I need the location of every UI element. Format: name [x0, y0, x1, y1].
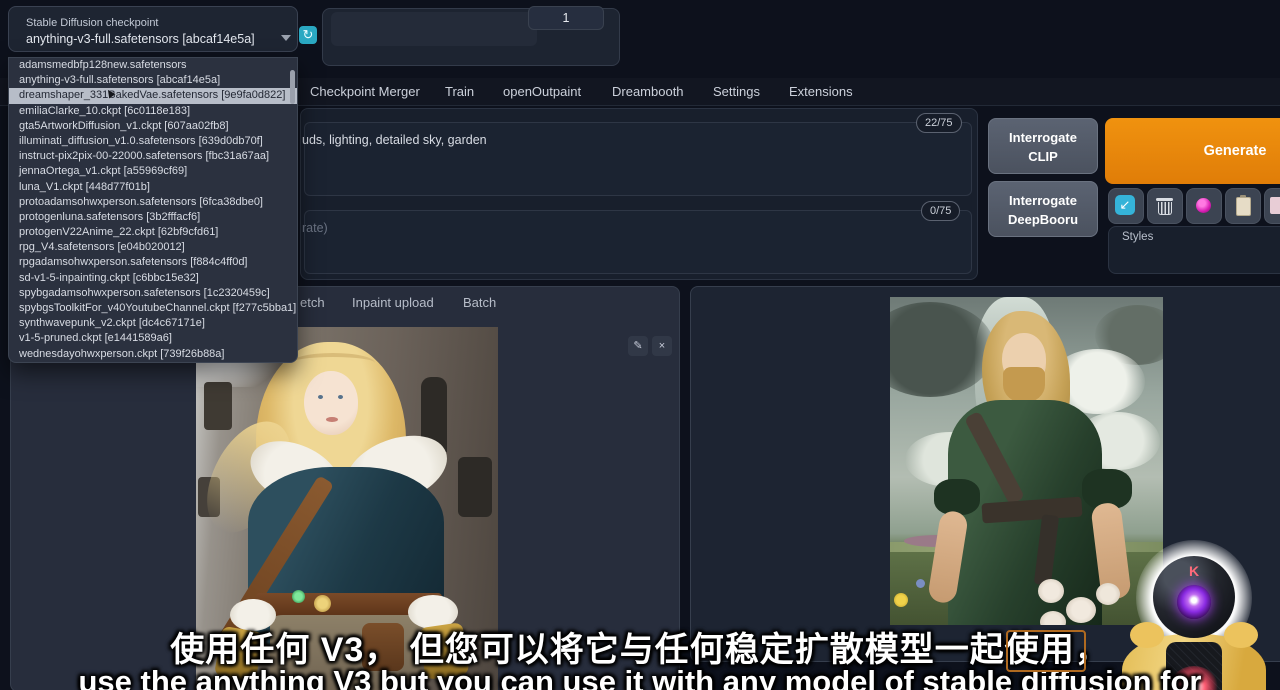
- negative-prompt-textarea[interactable]: [304, 210, 972, 274]
- avatar-letter: K: [1153, 563, 1235, 579]
- extra-networks-button[interactable]: [1186, 188, 1222, 224]
- mask-strength-value[interactable]: 1: [528, 6, 604, 30]
- checkpoint-option-highlighted[interactable]: dreamshaper_331BakedVae.safetensors [9e9…: [9, 88, 297, 103]
- interrogate-clip-line1: Interrogate: [989, 128, 1097, 147]
- avatar-eye-icon: [1177, 585, 1211, 619]
- checkpoint-option[interactable]: wednesdayohwxperson.ckpt [739f26b88a]: [9, 347, 297, 362]
- checkpoint-value[interactable]: anything-v3-full.safetensors [abcaf14e5a…: [26, 32, 276, 46]
- tab-checkpoint-merger[interactable]: Checkpoint Merger: [310, 84, 420, 99]
- braided-headband: [291, 353, 375, 373]
- checkpoint-option[interactable]: illuminati_diffusion_v1.0.safetensors [6…: [9, 134, 297, 149]
- stable-diffusion-webui: Stable Diffusion checkpoint anything-v3-…: [0, 0, 1280, 690]
- tab-inpaint-sketch-clipped[interactable]: etch: [300, 295, 325, 310]
- white-flower: [1038, 579, 1064, 603]
- checkpoint-option[interactable]: gta5ArtworkDiffusion_v1.ckpt [607aa02fb8…: [9, 119, 297, 134]
- generate-button[interactable]: Generate: [1105, 118, 1280, 184]
- beard: [1003, 367, 1045, 403]
- lips: [326, 417, 338, 422]
- checkpoint-option[interactable]: anything-v3-full.safetensors [abcaf14e5a…: [9, 73, 297, 88]
- remove-image-button[interactable]: ×: [652, 336, 672, 356]
- subtitle-highlight-box: [1006, 630, 1086, 672]
- clipboard-icon: [1236, 197, 1251, 216]
- chevron-down-icon[interactable]: [281, 35, 291, 41]
- tab-dreambooth[interactable]: Dreambooth: [612, 84, 684, 99]
- save-icon: [1270, 197, 1280, 214]
- apply-style-button[interactable]: [1225, 188, 1261, 224]
- trash-body-icon: [1158, 202, 1172, 215]
- checkpoint-dropdown-list: adamsmedbfp128new.safetensors anything-v…: [8, 57, 298, 363]
- tab-settings[interactable]: Settings: [713, 84, 760, 99]
- eye-right: [338, 395, 343, 399]
- styles-label: Styles: [1122, 231, 1153, 243]
- interrogate-deepbooru-line1: Interrogate: [989, 191, 1097, 210]
- checkpoint-option[interactable]: adamsmedbfp128new.safetensors: [9, 58, 297, 73]
- checkpoint-option[interactable]: luna_V1.ckpt [448d77f01b]: [9, 180, 297, 195]
- checkpoint-option[interactable]: protogenluna.safetensors [3b2fffacf6]: [9, 210, 297, 225]
- negative-token-counter: 0/75: [921, 201, 960, 221]
- negative-prompt-placeholder: rate): [302, 221, 328, 235]
- subtitle-english: use the anything V3 but you can use it w…: [0, 664, 1280, 690]
- belt-buckle: [314, 595, 331, 612]
- prompt-token-counter: 22/75: [916, 113, 962, 133]
- interrogate-deepbooru-line2: DeepBooru: [989, 210, 1097, 229]
- checkpoint-option[interactable]: protogenV22Anime_22.ckpt [62bf9cfd61]: [9, 225, 297, 240]
- close-icon: ×: [659, 340, 665, 352]
- checkpoint-option[interactable]: rpgadamsohwxperson.safetensors [f884c4ff…: [9, 255, 297, 270]
- checkpoint-option[interactable]: synthwavepunk_v2.ckpt [dc4c67171e]: [9, 316, 297, 331]
- arrow-down-left-icon: ↙: [1115, 195, 1135, 215]
- tab-openoutpaint[interactable]: openOutpaint: [503, 84, 581, 99]
- green-gem: [292, 590, 305, 603]
- read-params-button[interactable]: ↙: [1108, 188, 1144, 224]
- save-style-button[interactable]: [1264, 188, 1280, 224]
- dropdown-scrollbar[interactable]: [290, 70, 295, 104]
- checkpoint-option[interactable]: sd-v1-5-inpainting.ckpt [c6bbc15e32]: [9, 271, 297, 286]
- interrogate-clip-button[interactable]: Interrogate CLIP: [988, 118, 1098, 174]
- face: [304, 371, 358, 435]
- refresh-checkpoints-button[interactable]: ↻: [299, 26, 317, 44]
- edit-image-button[interactable]: ✎: [628, 336, 648, 356]
- checkpoint-option[interactable]: spybgadamsohwxperson.safetensors [1c2320…: [9, 286, 297, 301]
- checkpoint-option[interactable]: instruct-pix2pix-00-22000.safetensors [f…: [9, 149, 297, 164]
- refresh-icon: ↻: [303, 27, 314, 42]
- pencil-icon: ✎: [633, 340, 642, 352]
- checkpoint-option[interactable]: jennaOrtega_v1.ckpt [a55969cf69]: [9, 164, 297, 179]
- tab-extensions[interactable]: Extensions: [789, 84, 853, 99]
- checkpoint-option[interactable]: spybgsToolkitFor_v40YoutubeChannel.ckpt …: [9, 301, 297, 316]
- checkpoint-label: Stable Diffusion checkpoint: [26, 17, 159, 29]
- extra-networks-icon: [1196, 198, 1211, 213]
- tab-batch[interactable]: Batch: [463, 295, 496, 310]
- yellow-flower: [894, 593, 908, 607]
- white-flower: [1096, 583, 1120, 605]
- tab-train[interactable]: Train: [445, 84, 474, 99]
- prompt-text: uds, lighting, detailed sky, garden: [302, 133, 487, 147]
- checkpoint-select[interactable]: Stable Diffusion checkpoint anything-v3-…: [8, 6, 298, 52]
- checkpoint-option[interactable]: v1-5-pruned.ckpt [e1441589a6]: [9, 331, 297, 346]
- checkpoint-option[interactable]: emiliaClarke_10.ckpt [6c0118e183]: [9, 104, 297, 119]
- interrogate-deepbooru-button[interactable]: Interrogate DeepBooru: [988, 181, 1098, 237]
- clear-prompt-button[interactable]: [1147, 188, 1183, 224]
- white-flower: [1066, 597, 1096, 623]
- window-shape: [458, 457, 492, 517]
- window-shape: [204, 382, 232, 430]
- rolled-sleeve-left: [934, 479, 980, 515]
- blue-flower: [916, 579, 925, 588]
- eye-left: [318, 395, 323, 399]
- checkpoint-option[interactable]: protoadamsohwxperson.safetensors [6fca38…: [9, 195, 297, 210]
- tab-inpaint-upload[interactable]: Inpaint upload: [352, 295, 434, 310]
- interrogate-clip-line2: CLIP: [989, 147, 1097, 166]
- mask-strength-label-chip: [331, 12, 537, 46]
- checkpoint-option[interactable]: rpg_V4.safetensors [e04b020012]: [9, 240, 297, 255]
- trash-icon: [1156, 198, 1173, 201]
